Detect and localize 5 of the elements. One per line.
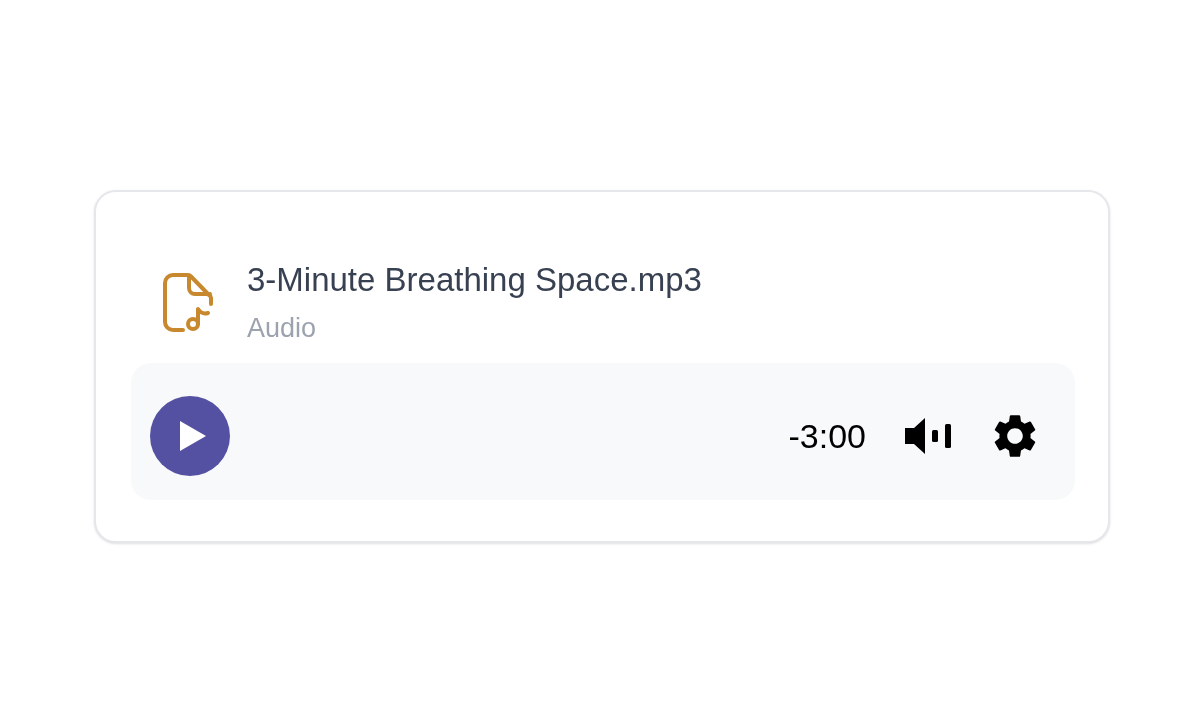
file-type: Audio	[247, 312, 318, 345]
play-icon	[179, 421, 206, 451]
file-name: 3-Minute Breathing Space.mp3	[247, 260, 702, 300]
time-remaining: -3:00	[788, 416, 866, 456]
music-file-icon	[163, 272, 213, 333]
